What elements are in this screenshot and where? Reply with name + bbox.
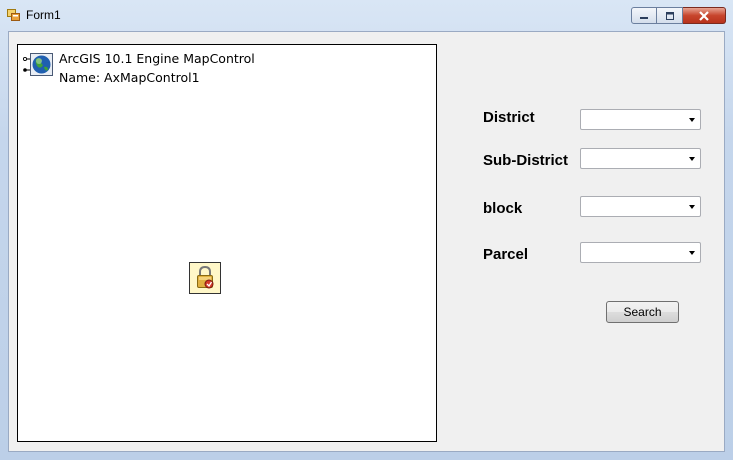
- window-title: Form1: [26, 8, 61, 22]
- title-bar[interactable]: Form1: [0, 0, 733, 31]
- maximize-button[interactable]: [657, 7, 683, 24]
- chevron-down-icon: [689, 251, 695, 255]
- license-lock-icon: [189, 262, 221, 294]
- block-combobox[interactable]: [580, 196, 701, 217]
- search-button[interactable]: Search: [606, 301, 679, 323]
- block-label: block: [483, 200, 523, 217]
- map-control[interactable]: ArcGIS 10.1 Engine MapControl Name: AxMa…: [17, 44, 437, 442]
- subdistrict-label: Sub-District: [483, 152, 569, 169]
- chevron-down-icon: [689, 157, 695, 161]
- form-client-area: ArcGIS 10.1 Engine MapControl Name: AxMa…: [8, 31, 725, 452]
- map-control-type: ArcGIS 10.1 Engine MapControl: [59, 51, 255, 66]
- close-button[interactable]: [683, 7, 726, 24]
- maximize-icon: [665, 11, 674, 20]
- globe-icon: [22, 53, 53, 76]
- map-control-caption: ArcGIS 10.1 Engine MapControl Name: AxMa…: [59, 49, 255, 87]
- chevron-down-icon: [689, 205, 695, 209]
- minimize-button[interactable]: [631, 7, 657, 24]
- district-combobox[interactable]: [580, 109, 701, 130]
- close-icon: [699, 10, 709, 21]
- parcel-combobox[interactable]: [580, 242, 701, 263]
- chevron-down-icon: [689, 118, 695, 122]
- subdistrict-combobox[interactable]: [580, 148, 701, 169]
- district-label: District: [483, 109, 535, 126]
- map-control-name: Name: AxMapControl1: [59, 70, 200, 85]
- parcel-label: Parcel: [483, 246, 529, 263]
- main-window: Form1 ArcGIS 10.1 Engine MapControl Name…: [0, 0, 733, 460]
- form-app-icon: [7, 9, 20, 21]
- caption-buttons: [631, 7, 726, 25]
- minimize-icon: [640, 16, 648, 19]
